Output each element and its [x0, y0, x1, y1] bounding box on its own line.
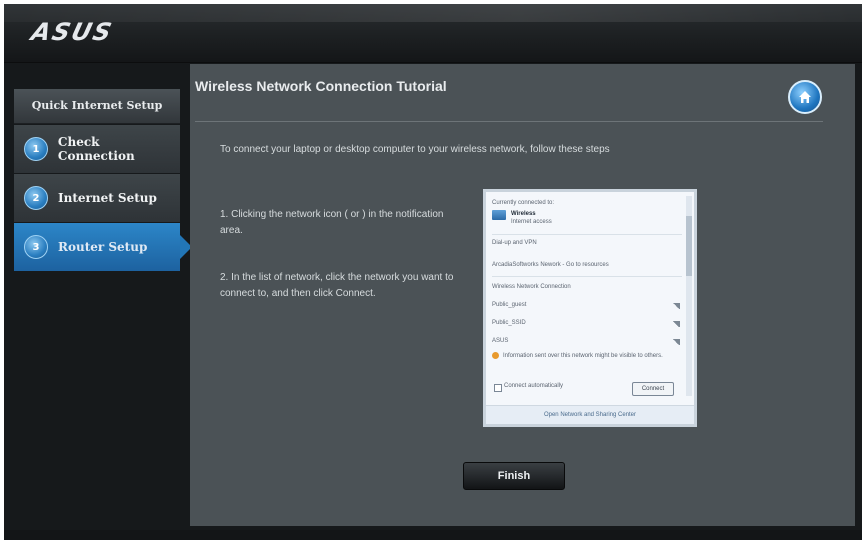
security-warning: Information sent over this network might…: [492, 352, 682, 376]
separator: [492, 234, 682, 235]
intro-text: To connect your laptop or desktop comput…: [220, 144, 610, 155]
top-header: ASUS: [4, 4, 862, 63]
connect-button[interactable]: Connect: [632, 382, 674, 396]
sidebar-item-router-setup[interactable]: 3 Router Setup: [14, 223, 192, 271]
step-2-text: 2. In the list of network, click the net…: [220, 272, 454, 299]
app-frame: ASUS Quick Internet Setup 1 Check Connec…: [4, 4, 862, 540]
signal-icon: [672, 303, 680, 309]
warning-icon: [492, 352, 499, 359]
main-panel: Wireless Network Connection Tutorial To …: [190, 64, 855, 526]
home-icon: [799, 91, 811, 103]
sidebar-item-label: Check Connection: [57, 135, 135, 163]
network-icon: [492, 210, 506, 220]
popup-scrollbar: [686, 196, 692, 396]
signal-icon: [672, 339, 680, 345]
network-item[interactable]: Public_SSID: [492, 316, 682, 330]
vpn-entry[interactable]: ArcadiaSoftworks Nework - Go to resource…: [492, 258, 682, 272]
connect-automatically-checkbox[interactable]: [494, 384, 502, 392]
page-title: Wireless Network Connection Tutorial: [195, 78, 447, 94]
scroll-thumb: [686, 216, 692, 276]
network-item-selected[interactable]: ASUS: [492, 334, 682, 348]
wireless-network-list-screenshot: Currently connected to: Wireless Interne…: [483, 189, 697, 427]
header-gloss: [4, 4, 862, 22]
network-sharing-center-link[interactable]: Open Network and Sharing Center: [486, 405, 694, 424]
warning-text: Information sent over this network might…: [503, 353, 663, 359]
sidebar-item-label: Internet Setup: [58, 191, 157, 205]
title-divider: [195, 121, 823, 122]
asus-logo: ASUS: [28, 18, 117, 46]
currently-connected-label: Currently connected to:: [492, 200, 555, 206]
step-3-icon: 3: [24, 235, 48, 259]
dialup-header: Dial-up and VPN: [492, 240, 537, 246]
connected-network-name: Wireless: [511, 211, 536, 217]
sidebar-title: Quick Internet Setup: [14, 89, 180, 124]
connected-network: Wireless Internet access: [492, 210, 682, 230]
sidebar-item-internet-setup[interactable]: 2 Internet Setup: [14, 174, 180, 222]
sidebar-item-check-connection[interactable]: 1 Check Connection: [14, 125, 180, 173]
step-1-text: 1. Clicking the network icon ( or ) in t…: [220, 209, 444, 236]
home-button[interactable]: [788, 80, 822, 114]
bottom-bar: [4, 530, 862, 540]
connect-automatically-label: Connect automatically: [504, 383, 564, 389]
finish-button[interactable]: Finish: [463, 462, 565, 490]
connected-network-info: Wireless Internet access: [511, 210, 552, 226]
sidebar-item-label: Router Setup: [58, 240, 148, 254]
step-1-icon: 1: [24, 137, 48, 161]
signal-icon: [672, 321, 680, 327]
sidebar: Quick Internet Setup 1 Check Connection …: [14, 89, 192, 271]
step-2-icon: 2: [24, 186, 48, 210]
network-item[interactable]: Public_guest: [492, 298, 682, 312]
wireless-header: Wireless Network Connection: [492, 284, 571, 290]
separator: [492, 276, 682, 277]
connected-network-status: Internet access: [511, 219, 552, 225]
